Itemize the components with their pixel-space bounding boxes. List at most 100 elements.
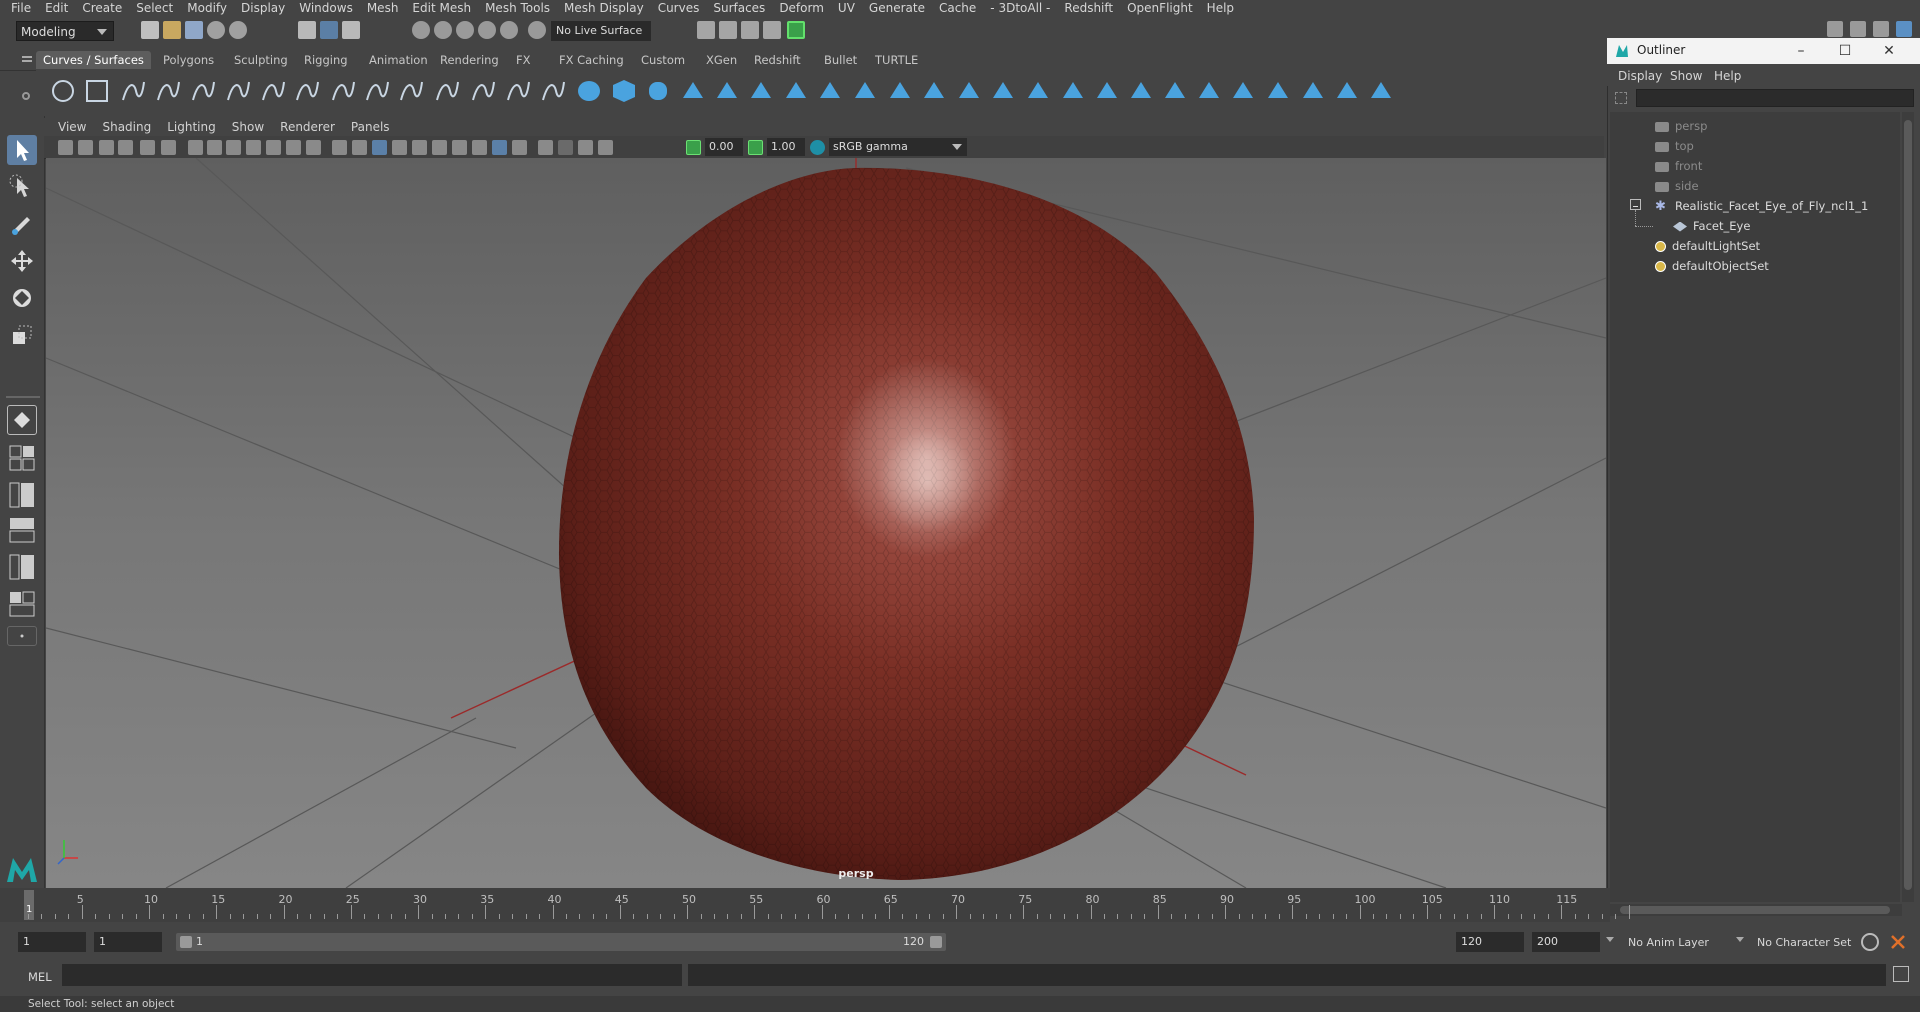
scale-tool-icon[interactable]	[7, 320, 37, 350]
extrude-icon[interactable]	[887, 78, 913, 104]
square-surface-icon[interactable]	[990, 78, 1016, 104]
shelf-tab-fx-caching[interactable]: FX Caching	[552, 51, 631, 69]
facet-eye-mesh[interactable]	[558, 167, 1254, 880]
snap-point-icon[interactable]	[456, 21, 474, 39]
project-curve-icon[interactable]	[1128, 78, 1154, 104]
chevron-down-icon[interactable]	[1606, 937, 1614, 942]
snap-curve-icon[interactable]	[434, 21, 452, 39]
select-camera-icon[interactable]	[58, 140, 73, 155]
range-slider[interactable]: 1 120	[176, 933, 946, 951]
snap-view-plane-icon[interactable]	[478, 21, 496, 39]
detach-curves-icon[interactable]	[364, 78, 390, 104]
search-options-icon[interactable]	[1615, 92, 1627, 104]
rotate-tool-icon[interactable]	[7, 283, 37, 313]
maximize-icon[interactable]: ☐	[1823, 38, 1867, 64]
range-end-handle[interactable]	[930, 936, 942, 948]
attach-curves-icon[interactable]	[330, 78, 356, 104]
cv-curve-icon[interactable]	[120, 78, 146, 104]
safe-action-icon[interactable]	[286, 140, 301, 155]
shadows-icon[interactable]	[432, 140, 447, 155]
motion-blur-icon[interactable]	[472, 140, 487, 155]
insert-isoparm-icon[interactable]	[1230, 78, 1256, 104]
use-all-lights-icon[interactable]	[412, 140, 427, 155]
single-perspective-view-icon[interactable]	[7, 405, 37, 435]
nurbs-torus-icon[interactable]	[748, 78, 774, 104]
shelf-tab-redshift[interactable]: Redshift	[747, 51, 808, 69]
menu-set-dropdown[interactable]: Modeling	[16, 21, 114, 41]
viewport-menu-lighting[interactable]: Lighting	[159, 119, 224, 135]
safe-title-icon[interactable]	[306, 140, 321, 155]
resolution-gate-icon[interactable]	[226, 140, 241, 155]
shelf-tab-rigging[interactable]: Rigging	[297, 51, 355, 69]
viewport-menu-panels[interactable]: Panels	[343, 119, 398, 135]
insert-knot-icon[interactable]	[434, 78, 460, 104]
script-editor-icon[interactable]	[1893, 966, 1909, 982]
shelf-tab-custom[interactable]: Custom	[634, 51, 692, 69]
menu-surfaces[interactable]: Surfaces	[706, 0, 772, 18]
outliner-menu-help[interactable]: Help	[1714, 69, 1741, 83]
menu-uv[interactable]: UV	[831, 0, 862, 18]
sculpt-tool-icon[interactable]	[1334, 78, 1360, 104]
nurbs-plane-icon[interactable]	[714, 78, 740, 104]
attach-surfaces-icon[interactable]	[1265, 78, 1291, 104]
shelf-menu-icon[interactable]	[22, 56, 32, 58]
bezier-curve-icon[interactable]	[260, 78, 286, 104]
bevel-icon[interactable]	[1025, 78, 1051, 104]
scroll-thumb[interactable]	[1904, 120, 1912, 890]
untrim-icon[interactable]	[1094, 78, 1120, 104]
shelf-settings-icon[interactable]	[22, 92, 30, 100]
animation-end-field[interactable]: 200	[1532, 932, 1600, 952]
menu-help[interactable]: Help	[1200, 0, 1241, 18]
shelf-tab-curves-surfaces[interactable]: Curves / Surfaces	[36, 51, 151, 69]
outliner-menu-display[interactable]: Display	[1618, 69, 1662, 83]
menu-windows[interactable]: Windows	[292, 0, 360, 18]
select-component-icon[interactable]	[342, 21, 360, 39]
channel-box-toggle-icon[interactable]	[1850, 21, 1866, 37]
new-scene-icon[interactable]	[141, 21, 159, 39]
save-scene-icon[interactable]	[185, 21, 203, 39]
menu-select[interactable]: Select	[129, 0, 180, 18]
paint-select-tool-icon[interactable]	[7, 209, 37, 239]
grease-pencil-icon[interactable]	[161, 140, 176, 155]
trim-tool-icon[interactable]	[1060, 78, 1086, 104]
nurbs-square-icon[interactable]	[84, 78, 110, 104]
smooth-shade-icon[interactable]	[352, 140, 367, 155]
rebuild-curve-icon[interactable]	[398, 78, 424, 104]
birail-icon[interactable]	[921, 78, 947, 104]
outliner-search-input[interactable]	[1636, 89, 1914, 107]
menu-3dtoall[interactable]: - 3DtoAll -	[983, 0, 1057, 18]
redshift-render-view-icon[interactable]	[787, 21, 805, 39]
nurbs-sphere-icon[interactable]	[576, 78, 602, 104]
attribute-editor-toggle-icon[interactable]	[1873, 21, 1889, 37]
extend-surface-icon[interactable]	[1196, 78, 1222, 104]
more-layouts-button[interactable]	[7, 626, 37, 646]
playback-start-field[interactable]: 1	[94, 932, 162, 952]
offset-curve-icon[interactable]	[505, 78, 531, 104]
viewport-menu-renderer[interactable]: Renderer	[272, 119, 343, 135]
shelf-tab-sculpting[interactable]: Sculpting	[227, 51, 295, 69]
four-view-layout-icon[interactable]	[7, 443, 37, 473]
chevron-down-icon[interactable]	[1736, 937, 1744, 942]
outliner-item[interactable]: side	[1655, 176, 1699, 196]
menu-mesh[interactable]: Mesh	[360, 0, 406, 18]
ep-curve-icon[interactable]	[155, 78, 181, 104]
revolve-icon[interactable]	[783, 78, 809, 104]
viewport-canvas[interactable]	[46, 158, 1606, 888]
camera-attributes-icon[interactable]	[78, 140, 93, 155]
animation-start-field[interactable]: 1	[18, 932, 86, 952]
two-d-pan-zoom-icon[interactable]	[140, 140, 155, 155]
range-start-handle[interactable]	[180, 936, 192, 948]
gate-mask-icon[interactable]	[246, 140, 261, 155]
outliner-item[interactable]: front	[1655, 156, 1702, 176]
nurbs-cube-icon[interactable]	[611, 78, 637, 104]
persp-uv-layout-icon[interactable]	[7, 589, 37, 619]
shelf-tab-xgen[interactable]: XGen	[699, 51, 744, 69]
shelf-tab-turtle[interactable]: TURTLE	[868, 51, 925, 69]
exposure-field[interactable]: 0.00	[705, 138, 743, 156]
menu-mesh-display[interactable]: Mesh Display	[557, 0, 651, 18]
bookmarks-icon[interactable]	[99, 140, 114, 155]
xray-icon[interactable]	[558, 140, 573, 155]
exposure-toggle-icon[interactable]	[686, 140, 701, 155]
outliner-item[interactable]: defaultLightSet	[1655, 236, 1760, 256]
outliner-item[interactable]: Facet_Eye	[1673, 216, 1750, 236]
